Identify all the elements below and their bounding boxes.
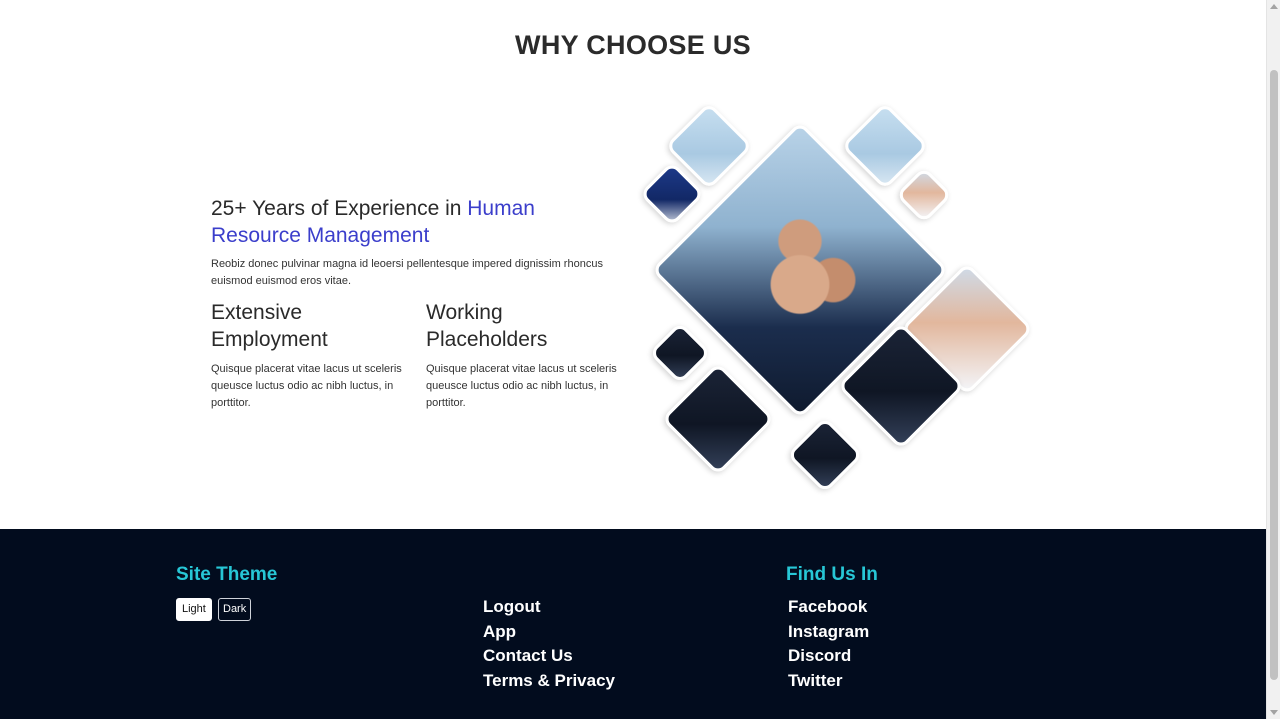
feature-extensive-employment: Extensive Employment Quisque placerat vi…: [211, 299, 411, 412]
app-link[interactable]: App: [483, 620, 615, 645]
terms-privacy-link[interactable]: Terms & Privacy: [483, 669, 615, 694]
feature-title: Working Placeholders: [426, 301, 548, 351]
dark-theme-button[interactable]: Dark: [218, 598, 252, 621]
scroll-up-arrow-icon[interactable]: [1270, 4, 1278, 9]
facebook-link[interactable]: Facebook: [788, 595, 869, 620]
scrollbar-thumb[interactable]: [1270, 70, 1278, 680]
feature-title: Extensive Employment: [211, 301, 328, 351]
section-title: WHY CHOOSE US: [515, 30, 751, 60]
feature-working-placeholders: Working Placeholders Quisque placerat vi…: [426, 299, 626, 412]
logout-link[interactable]: Logout: [483, 595, 615, 620]
feature-text: Quisque placerat vitae lacus ut sceleris…: [426, 363, 617, 409]
footer-links: Logout App Contact Us Terms & Privacy: [483, 595, 615, 693]
light-theme-button[interactable]: Light: [176, 598, 212, 621]
discord-link[interactable]: Discord: [788, 644, 869, 669]
feature-text: Quisque placerat vitae lacus ut sceleris…: [211, 363, 402, 409]
collage-tile: [648, 321, 712, 385]
contact-us-link[interactable]: Contact Us: [483, 644, 615, 669]
page: WHY CHOOSE US 25+ Years of Experience in…: [0, 0, 1266, 719]
scroll-down-arrow-icon[interactable]: [1270, 710, 1278, 715]
headline-text: 25+ Years of Experience in: [211, 197, 468, 220]
collage-tile: [895, 166, 953, 224]
team-photo-collage: [620, 95, 1050, 505]
instagram-link[interactable]: Instagram: [788, 620, 869, 645]
collage-tile: [786, 416, 864, 494]
social-links: Facebook Instagram Discord Twitter: [788, 595, 869, 693]
site-footer: Site Theme Light Dark Logout App Contact…: [0, 529, 1266, 719]
find-us-heading: Find Us In: [786, 564, 878, 585]
page-scrollbar[interactable]: [1266, 0, 1280, 719]
twitter-link[interactable]: Twitter: [788, 669, 869, 694]
headline: 25+ Years of Experience in Human Resourc…: [211, 195, 611, 249]
intro-text: Reobiz donec pulvinar magna id leoersi p…: [211, 258, 603, 287]
site-theme-heading: Site Theme: [176, 564, 278, 585]
